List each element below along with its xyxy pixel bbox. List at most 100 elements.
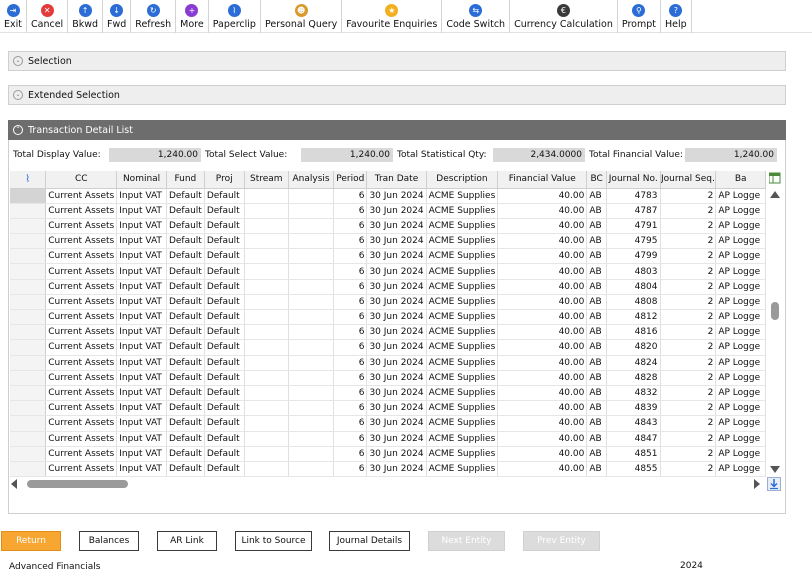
row-selector[interactable] — [10, 188, 47, 204]
table-row[interactable]: Current Assets Input VAT Default Default 6 30… — [10, 461, 766, 477]
column-header[interactable]: CC — [45, 171, 118, 189]
table-row[interactable]: Current Assets Input VAT Default Default 6 30… — [10, 446, 766, 462]
more-button[interactable]: + More — [176, 0, 209, 33]
row-selector[interactable] — [10, 248, 47, 265]
table-row[interactable]: Current Assets Input VAT Default Default 6 30… — [10, 263, 766, 280]
table-cell: Default — [204, 188, 245, 204]
return-button[interactable]: Return — [1, 531, 61, 551]
table-cell: Current Assets — [45, 446, 118, 462]
row-selector[interactable] — [10, 324, 47, 341]
prompt-button[interactable]: ⚲ Prompt — [618, 0, 661, 33]
table-row[interactable]: Current Assets Input VAT Default Default 6 30… — [10, 339, 766, 356]
table-cell — [244, 355, 290, 371]
column-header[interactable]: Financial Value — [497, 171, 588, 189]
row-selector[interactable] — [10, 263, 47, 280]
scroll-down-icon[interactable] — [770, 466, 780, 473]
table-row[interactable]: Current Assets Input VAT Default Default 6 30… — [10, 188, 766, 204]
row-selector[interactable] — [10, 339, 47, 356]
row-selector[interactable] — [10, 309, 47, 326]
table-cell: 30 Jun 2024 — [366, 415, 427, 432]
column-chooser-icon[interactable] — [768, 172, 781, 184]
table-cell: Default — [166, 339, 205, 356]
row-selector[interactable] — [10, 400, 47, 417]
paperclip-column-header[interactable]: ⌇ — [10, 171, 47, 189]
table-cell: 6 — [333, 339, 368, 356]
transaction-detail-panel-header[interactable]: ⌃ Transaction Detail List — [8, 120, 786, 140]
code-switch-button[interactable]: ⇆ Code Switch — [442, 0, 511, 33]
scroll-right-icon[interactable] — [754, 479, 760, 489]
row-selector[interactable] — [10, 370, 47, 386]
table-cell: AB — [586, 400, 607, 417]
exit-button[interactable]: ⇥ Exit — [0, 0, 27, 33]
table-cell: Default — [204, 324, 245, 341]
scroll-up-icon[interactable] — [770, 191, 780, 198]
row-selector[interactable] — [10, 279, 47, 295]
download-icon[interactable] — [767, 477, 781, 491]
link-to-source-button[interactable]: Link to Source — [235, 531, 312, 551]
table-row[interactable]: Current Assets Input VAT Default Default 6 30… — [10, 431, 766, 447]
column-header[interactable]: Fund — [166, 171, 205, 189]
table-row[interactable]: Current Assets Input VAT Default Default 6 30… — [10, 385, 766, 402]
ar-link-button[interactable]: AR Link — [157, 531, 217, 551]
column-header[interactable]: Analysis — [288, 171, 335, 189]
table-row[interactable]: Current Assets Input VAT Default Default 6 30… — [10, 203, 766, 219]
column-header[interactable]: Journal Seq. — [660, 171, 717, 189]
arrow-down-icon: ↓ — [110, 4, 124, 17]
row-selector[interactable] — [10, 218, 47, 235]
column-header[interactable]: Stream — [244, 171, 290, 189]
journal-details-button[interactable]: Journal Details — [329, 531, 410, 551]
row-selector[interactable] — [10, 233, 47, 250]
extended-selection-panel-header[interactable]: ⌄ Extended Selection — [8, 85, 786, 105]
row-selector[interactable] — [10, 355, 47, 371]
table-cell: 30 Jun 2024 — [366, 324, 427, 341]
column-header[interactable]: BC — [586, 171, 607, 189]
table-cell: 30 Jun 2024 — [366, 461, 427, 477]
table-row[interactable]: Current Assets Input VAT Default Default 6 30… — [10, 400, 766, 417]
table-cell: 2 — [660, 294, 717, 311]
column-header[interactable]: Description — [426, 171, 499, 189]
table-row[interactable]: Current Assets Input VAT Default Default 6 30… — [10, 248, 766, 265]
row-selector[interactable] — [10, 446, 47, 462]
column-header[interactable]: Ba — [715, 171, 766, 189]
table-row[interactable]: Current Assets Input VAT Default Default 6 30… — [10, 294, 766, 311]
selection-panel-header[interactable]: ⌄ Selection — [8, 51, 786, 71]
table-row[interactable]: Current Assets Input VAT Default Default 6 30… — [10, 233, 766, 250]
balances-button[interactable]: Balances — [79, 531, 139, 551]
row-selector[interactable] — [10, 385, 47, 402]
horizontal-scroll-thumb[interactable] — [27, 480, 128, 488]
table-row[interactable]: Current Assets Input VAT Default Default 6 30… — [10, 415, 766, 432]
row-selector[interactable] — [10, 431, 47, 447]
table-row[interactable]: Current Assets Input VAT Default Default 6 30… — [10, 370, 766, 386]
column-header[interactable]: Tran Date — [366, 171, 427, 189]
table-cell — [288, 415, 335, 432]
column-header[interactable]: Journal No. — [606, 171, 661, 189]
personal-query-button[interactable]: ☻ Personal Query — [261, 0, 343, 33]
scroll-left-icon[interactable] — [11, 479, 17, 489]
row-selector[interactable] — [10, 415, 47, 432]
column-header[interactable]: Nominal — [116, 171, 167, 189]
paperclip-button[interactable]: ⌇ Paperclip — [209, 0, 261, 33]
currency-calculation-button[interactable]: € Currency Calculation — [510, 0, 618, 33]
table-row[interactable]: Current Assets Input VAT Default Default 6 30… — [10, 279, 766, 295]
forward-button[interactable]: ↓ Fwd — [103, 0, 132, 33]
refresh-button[interactable]: ↻ Refresh — [131, 0, 177, 33]
vertical-scroll-thumb[interactable] — [771, 302, 779, 320]
cancel-button[interactable]: ✕ Cancel — [27, 0, 69, 33]
table-row[interactable]: Current Assets Input VAT Default Default 6 30… — [10, 355, 766, 371]
table-cell: 6 — [333, 203, 368, 219]
horizontal-scrollbar[interactable] — [10, 478, 766, 490]
favourite-enquiries-button[interactable]: ★ Favourite Enquiries — [342, 0, 443, 33]
row-selector[interactable] — [10, 294, 47, 311]
table-row[interactable]: Current Assets Input VAT Default Default 6 30… — [10, 324, 766, 341]
column-header[interactable]: Period — [333, 171, 368, 189]
table-cell: 40.00 — [497, 355, 588, 371]
row-selector[interactable] — [10, 461, 47, 477]
table-row[interactable]: Current Assets Input VAT Default Default 6 30… — [10, 218, 766, 235]
column-header[interactable]: Proj — [204, 171, 245, 189]
row-selector[interactable] — [10, 203, 47, 219]
help-button[interactable]: ? Help — [661, 0, 692, 33]
table-row[interactable]: Current Assets Input VAT Default Default 6 30… — [10, 309, 766, 326]
table-cell: AP Logge — [715, 263, 766, 280]
vertical-scrollbar[interactable] — [768, 171, 781, 477]
backward-button[interactable]: ↑ Bkwd — [68, 0, 104, 33]
